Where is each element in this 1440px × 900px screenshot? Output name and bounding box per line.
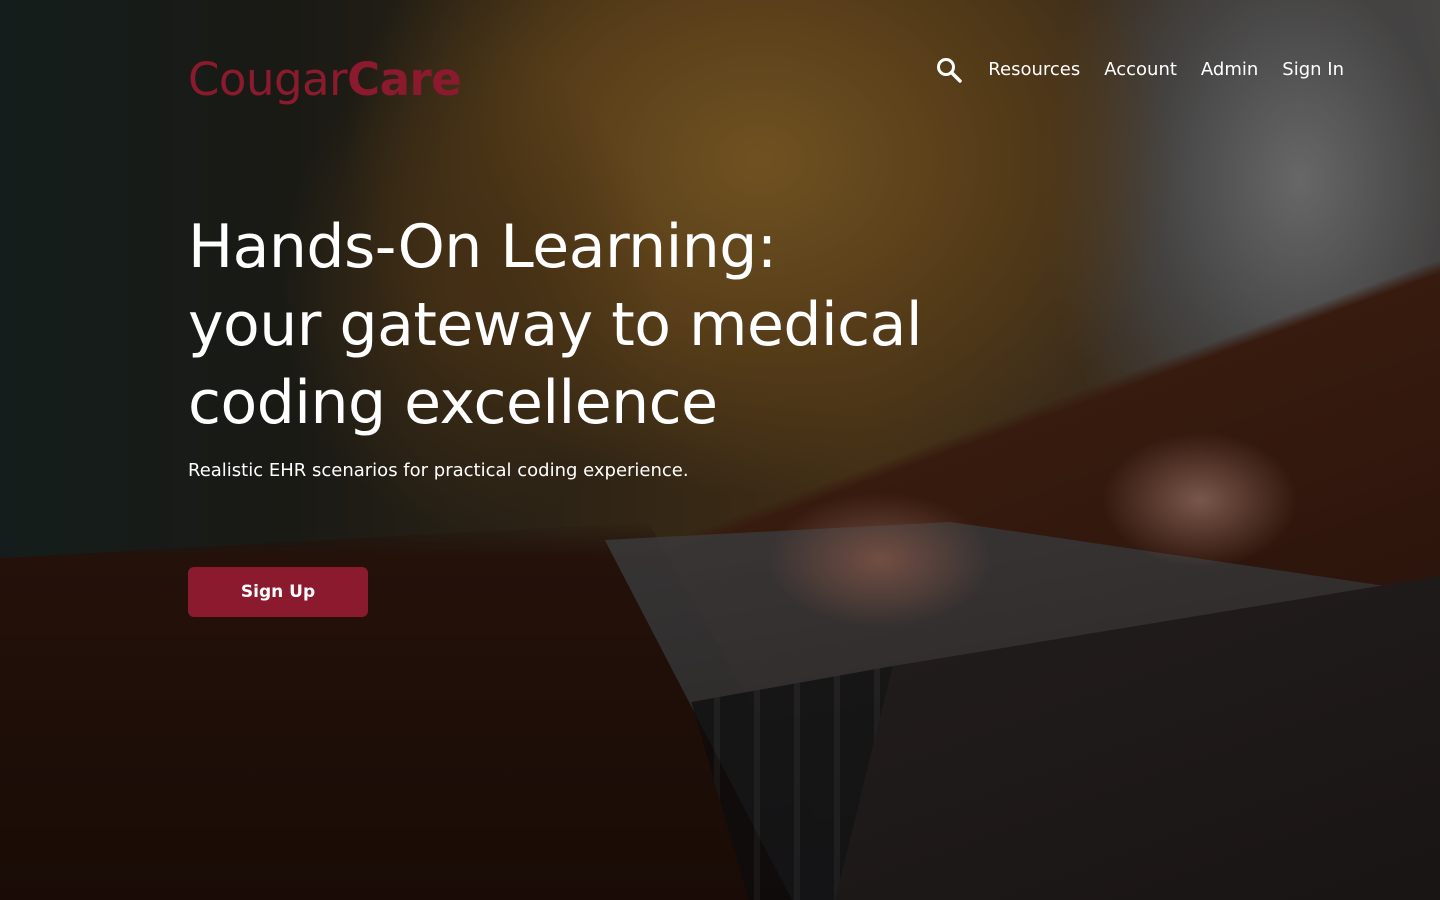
hero-headline-line-2: your gateway to medical [188,290,923,360]
sign-up-button[interactable]: Sign Up [188,567,368,617]
brand-name-bold: Care [347,53,462,106]
hero-subtitle: Realistic EHR scenarios for practical co… [188,460,689,481]
hero-headline: Hands-On Learning: your gateway to medic… [188,208,1088,442]
nav-link-sign-in[interactable]: Sign In [1282,54,1344,86]
background-overlay [0,0,1440,900]
top-nav: Resources Account Admin Sign In [934,54,1344,86]
nav-link-admin[interactable]: Admin [1201,54,1258,86]
hero-headline-line-1: Hands-On Learning: [188,212,777,282]
nav-link-resources[interactable]: Resources [988,54,1080,86]
hero-section: CougarCare Resources Account Admin Sign … [0,0,1440,900]
hero-headline-line-3: coding excellence [188,368,718,438]
search-icon[interactable] [934,55,964,85]
brand-logo[interactable]: CougarCare [188,52,462,108]
brand-name-light: Cougar [188,53,348,106]
nav-link-account[interactable]: Account [1104,54,1177,86]
